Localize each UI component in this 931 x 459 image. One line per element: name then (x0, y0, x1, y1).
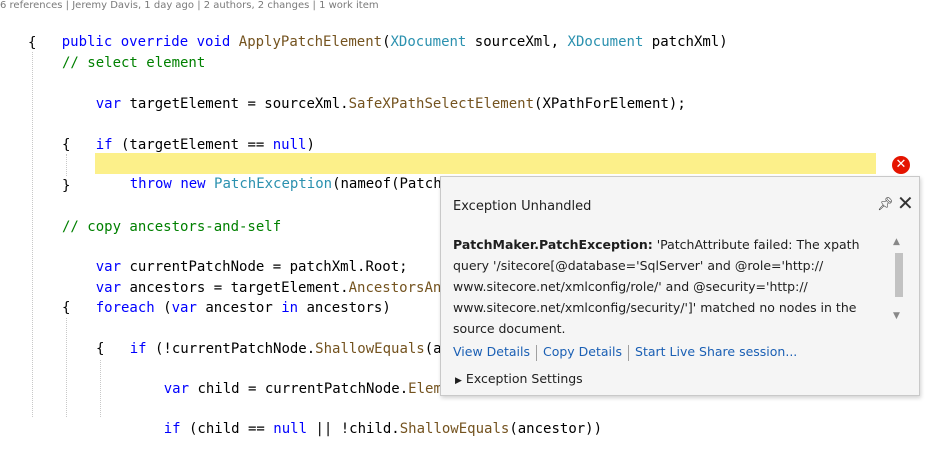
code-text: ( (154, 300, 172, 316)
keyword: throw (129, 176, 172, 192)
type-name: XDocument (390, 34, 467, 50)
code-line-12: foreach (var ancestor in ancestors) (62, 278, 391, 316)
type-name: XDocument (567, 34, 644, 50)
expand-triangle-icon: ▶ (455, 376, 462, 386)
exception-settings-toggle[interactable]: ▶ Exception Settings (455, 371, 583, 386)
close-icon[interactable]: ✕ (897, 193, 914, 213)
message-line: www.sitecore.net/xmlconfig/role/' and @s… (453, 279, 808, 294)
message-line: www.sitecore.net/xmlconfig/security/']' … (453, 300, 857, 315)
keyword: override (120, 34, 189, 50)
keyword: foreach (95, 300, 155, 316)
method-name: SafeXPathSelectElement (348, 96, 535, 112)
exception-popup: Exception Unhandled 📌︎ ✕ PatchMaker.Patc… (440, 176, 920, 396)
type-name: PatchException (214, 176, 333, 192)
exception-title: Exception Unhandled (453, 199, 592, 214)
code-text: (ancestor)) (509, 421, 603, 437)
indent-guide (32, 52, 33, 417)
keyword: if (95, 137, 113, 153)
code-line-16: var child = currentPatchNode.Element (130, 359, 467, 397)
message-line: source document. (453, 321, 566, 336)
method-name: ShallowEquals (315, 341, 425, 357)
code-line-14: if (!currentPatchNode.ShallowEquals(ance (96, 319, 467, 357)
code-text: child = currentPatchNode. (189, 381, 409, 397)
codelens-info[interactable]: 6 references | Jeremy Davis, 1 day ago |… (0, 0, 379, 12)
code-line-17: if (child == null || !child.ShallowEqual… (130, 399, 602, 437)
keyword: var (163, 381, 190, 397)
code-text: sourceXml, (466, 34, 568, 50)
code-text: ancestors) (298, 300, 391, 316)
keyword: in (281, 300, 299, 316)
keyword: null (272, 137, 307, 153)
code-line-13: { (62, 300, 71, 316)
code-line-2: { (28, 35, 37, 51)
code-text: targetElement = sourceXml. (121, 96, 349, 112)
code-line-11: var ancestors = targetElement.AncestorsA… (62, 258, 467, 296)
code-line-7: throw new PatchException(nameof(PatchAtt… (96, 154, 897, 192)
copy-details-link[interactable]: Copy Details (543, 344, 622, 359)
link-separator (628, 344, 630, 361)
code-text: (targetElement == (112, 137, 273, 153)
keyword: null (273, 421, 308, 437)
method-name: ShallowEquals (399, 421, 510, 437)
scrollbar-thumb[interactable] (895, 253, 903, 297)
code-text: ( (382, 34, 391, 50)
keyword: if (129, 341, 147, 357)
code-text: patchXml) (643, 34, 728, 50)
code-text: ) (306, 137, 315, 153)
code-line-8: } (62, 178, 71, 194)
view-details-link[interactable]: View Details (453, 344, 530, 359)
keyword: var (95, 96, 122, 112)
code-line-6: { (62, 137, 71, 153)
exception-message: PatchMaker.PatchException: 'PatchAttribu… (453, 234, 883, 339)
code-comment: // select element (62, 55, 206, 71)
code-text: (child == (180, 421, 274, 437)
code-text: || !child. (307, 421, 400, 437)
scroll-down-arrow-icon[interactable]: ▼ (893, 311, 900, 321)
code-line-4: var targetElement = sourceXml.SafeXPathS… (62, 74, 686, 112)
live-share-link[interactable]: Start Live Share session... (635, 344, 797, 359)
link-separator (535, 344, 537, 361)
code-line-15: { (96, 341, 105, 357)
pin-icon[interactable]: 📌︎ (877, 197, 894, 212)
code-text: (XPathForElement); (534, 96, 686, 112)
message-line: 'PatchAttribute failed: The xpath (652, 237, 860, 252)
exception-type: PatchMaker.PatchException: (453, 237, 653, 252)
keyword: var (171, 300, 197, 316)
code-line-5: if (targetElement == null) (62, 115, 315, 153)
scroll-up-arrow-icon[interactable]: ▲ (893, 237, 900, 247)
exception-settings-label: Exception Settings (465, 371, 583, 386)
keyword: new (180, 176, 206, 192)
message-line: query '/sitecore[@database='SqlServer' a… (453, 258, 824, 273)
keyword: public (61, 34, 113, 50)
code-comment: // copy ancestors-and-self (62, 219, 282, 235)
code-text: (!currentPatchNode. (146, 341, 316, 357)
code-editor[interactable]: 6 references | Jeremy Davis, 1 day ago |… (0, 0, 931, 437)
code-line-1: public override void ApplyPatchElement(X… (28, 12, 728, 50)
keyword: if (163, 421, 181, 437)
keyword: void (196, 34, 231, 50)
error-icon[interactable]: ✕ (892, 156, 910, 174)
code-line-10: var currentPatchNode = patchXml.Root; (62, 237, 408, 275)
code-text: ancestor (196, 300, 282, 316)
popup-links: View Details Copy Details Start Live Share… (453, 344, 797, 361)
method-name: ApplyPatchElement (238, 34, 383, 50)
